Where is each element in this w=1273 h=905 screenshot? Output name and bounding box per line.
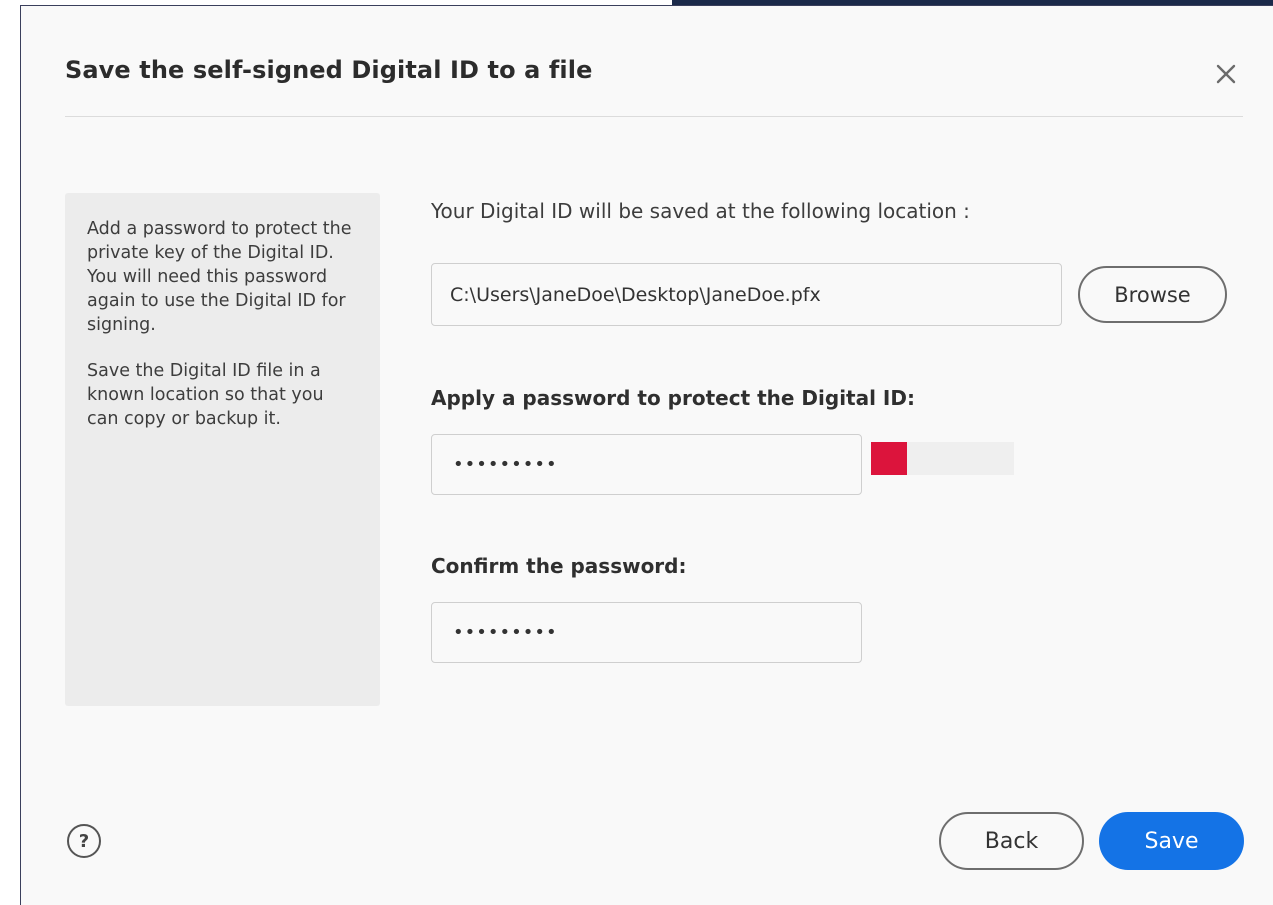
- info-panel: Add a password to protect the private ke…: [65, 193, 380, 706]
- close-button[interactable]: [1208, 56, 1244, 92]
- confirm-password-input[interactable]: •••••••••: [431, 602, 862, 663]
- file-path-value: C:\Users\JaneDoe\Desktop\JaneDoe.pfx: [450, 283, 821, 306]
- back-button[interactable]: Back: [939, 812, 1084, 870]
- save-button[interactable]: Save: [1099, 812, 1244, 870]
- save-digital-id-dialog: Save the self-signed Digital ID to a fil…: [20, 5, 1273, 905]
- confirm-password-label: Confirm the password:: [431, 554, 687, 578]
- location-label: Your Digital ID will be saved at the fol…: [431, 199, 970, 223]
- info-paragraph-password: Add a password to protect the private ke…: [87, 219, 352, 335]
- dialog-title: Save the self-signed Digital ID to a fil…: [65, 56, 593, 84]
- browse-button[interactable]: Browse: [1078, 266, 1227, 323]
- header-divider: [65, 116, 1243, 117]
- password-label: Apply a password to protect the Digital …: [431, 386, 915, 410]
- password-strength-fill: [871, 442, 907, 475]
- password-input[interactable]: •••••••••: [431, 434, 862, 495]
- info-paragraph-location: Save the Digital ID file in a known loca…: [87, 361, 324, 429]
- password-input-value: •••••••••: [453, 454, 558, 475]
- help-icon: ?: [78, 830, 90, 852]
- password-strength-meter: [871, 442, 1014, 475]
- file-path-field[interactable]: C:\Users\JaneDoe\Desktop\JaneDoe.pfx: [431, 263, 1062, 326]
- help-button[interactable]: ?: [67, 824, 101, 858]
- close-icon: [1216, 64, 1236, 84]
- confirm-password-input-value: •••••••••: [453, 622, 558, 643]
